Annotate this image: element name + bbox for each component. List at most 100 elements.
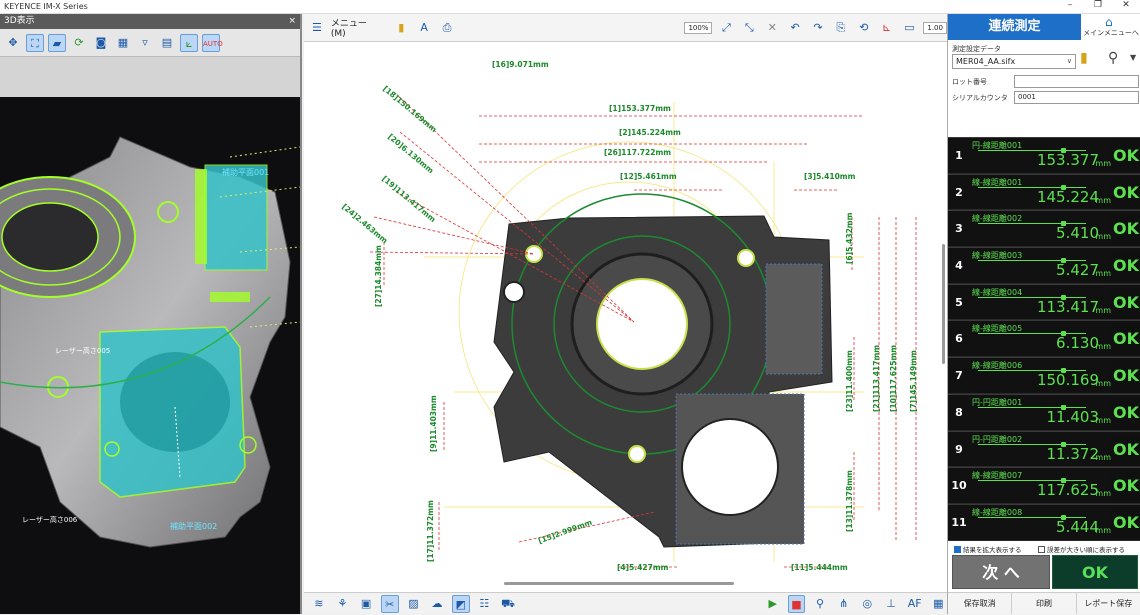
enlarge-results-checkbox[interactable]: 結果を拡大表示する (954, 544, 1022, 554)
continuous-measure-tab[interactable]: 連続測定 (948, 14, 1081, 40)
refresh-icon[interactable]: ⟲ (855, 19, 873, 37)
serial-field[interactable]: 0001 (1014, 91, 1139, 104)
close-panel-icon[interactable]: × (288, 14, 296, 29)
dimension-label[interactable]: [10]117.625mm (889, 345, 898, 412)
dimension-label[interactable]: [23]11.400mm (845, 350, 854, 412)
tree-icon[interactable]: ⚘ (334, 595, 352, 613)
dimension-label[interactable]: [6]5.432mm (845, 213, 854, 264)
dropdown-icon[interactable]: ▼ (1130, 53, 1136, 62)
dimension-label[interactable]: [13]11.378mm (845, 470, 854, 532)
result-row[interactable]: 4 線-線距離003 5.427 mm OK (948, 247, 1140, 284)
result-row[interactable]: 11 線-線距離008 5.444 mm OK (948, 503, 1140, 541)
scale-select[interactable]: 1.00 (923, 21, 947, 34)
next-button[interactable]: 次 へ (952, 555, 1050, 589)
dimension-label[interactable]: [4]5.427mm (617, 563, 668, 572)
pattern-icon[interactable]: ⋔ (835, 595, 853, 613)
auto-icon[interactable]: AUTO (202, 33, 223, 52)
dimension-label[interactable]: [1]153.377mm (609, 104, 671, 113)
search-icon[interactable]: ⚲ (1108, 50, 1118, 66)
picture-icon[interactable]: ▨ (405, 595, 423, 613)
dimension-label[interactable]: [16]9.071mm (492, 60, 549, 69)
autofocus-icon[interactable]: AF (906, 595, 924, 613)
camera-settings-icon[interactable]: ◎ (859, 595, 877, 613)
dimension-label[interactable]: [11]5.444mm (791, 563, 848, 572)
fit-view-icon[interactable]: ⛶ (26, 33, 44, 52)
stage-icon[interactable]: ⛟ (499, 595, 517, 613)
undo-icon[interactable]: ↶ (786, 19, 804, 37)
layers-icon[interactable]: ≋ (310, 595, 328, 613)
light-icon[interactable]: ☁ (428, 595, 446, 613)
result-status: OK (1111, 507, 1140, 538)
bucket-icon[interactable]: ▿ (136, 34, 154, 52)
copy-icon[interactable]: ⎘ (832, 19, 850, 37)
dimension-label[interactable]: [2]145.224mm (619, 128, 681, 137)
print-button[interactable]: 印刷 (1012, 593, 1077, 614)
menu-button[interactable]: メニュー(M) (331, 16, 381, 39)
3d-viewport[interactable]: 補助平面001 レーザー高さ005 レーザー高さ006 補助平面002 (0, 97, 300, 614)
result-row[interactable]: 10 線-線距離007 117.625 mm OK (948, 467, 1140, 504)
folder-icon[interactable]: ▮ (1080, 50, 1088, 66)
dimension-label[interactable]: [7]145.149mm (909, 350, 918, 412)
height-icon[interactable]: ⊥ (882, 595, 900, 613)
tool-icon[interactable]: ✂ (380, 594, 399, 613)
sort-by-error-checkbox[interactable]: 誤差が大きい順に表示する (1038, 544, 1125, 554)
rotate-icon[interactable]: ⟳ (70, 34, 88, 52)
main-menu-button[interactable]: ⌂ メインメニューへ (1081, 14, 1140, 40)
list-icon[interactable]: ☷ (476, 595, 494, 613)
layout-icon[interactable]: ▤ (158, 34, 176, 52)
camera-icon[interactable]: ◙ (92, 34, 110, 52)
redo-icon[interactable]: ↷ (809, 19, 827, 37)
result-row[interactable]: 6 線-線距離005 6.130 mm OK (948, 320, 1140, 358)
result-row[interactable]: 3 線-線距離002 5.410 mm OK (948, 210, 1140, 248)
play-icon[interactable]: ▶ (764, 595, 782, 613)
image-icon[interactable]: ▣ (357, 595, 375, 613)
measurement-drawing[interactable]: [16]9.071mm [18]150.169mm [1]153.377mm [… (304, 42, 947, 592)
display-icon[interactable]: ▭ (900, 19, 918, 37)
dimension-label[interactable]: [12]5.461mm (620, 172, 677, 181)
open-file-icon[interactable]: ▮ (392, 19, 410, 37)
dimension-label[interactable]: [3]5.410mm (804, 172, 855, 181)
bottom-toolbar: ≋ ⚘ ▣ ✂ ▨ ☁ ◩ ☷ ⛟ ▶ ■ ⚲ ⋔ ◎ ⊥ AF ▦ (304, 592, 947, 614)
ok-button[interactable]: OK (1052, 555, 1138, 589)
close-window-icon[interactable]: ✕ (1116, 0, 1136, 10)
result-row[interactable]: 1 円-線距離001 153.377 mm OK (948, 137, 1140, 174)
minimize-icon[interactable]: – (1060, 0, 1080, 10)
delete-icon[interactable]: ✕ (763, 19, 781, 37)
zoom-select[interactable]: 100% (684, 21, 713, 34)
cancel-save-button[interactable]: 保存取消 (948, 593, 1013, 614)
result-row[interactable]: 5 線-線距離004 113.417 mm OK (948, 283, 1140, 321)
restore-icon[interactable]: ❐ (1088, 0, 1108, 10)
results-list[interactable]: 1 円-線距離001 153.377 mm OK 2 線-線距離001 145.… (948, 137, 1140, 541)
grid-icon[interactable]: ▦ (114, 34, 132, 52)
result-row[interactable]: 7 線-線距離006 150.169 mm OK (948, 357, 1140, 394)
surface-icon[interactable]: ▰ (48, 33, 66, 52)
dimension-label[interactable]: [17]11.372mm (426, 500, 435, 562)
axis-icon[interactable]: ✥ (4, 34, 22, 52)
3d-icon[interactable]: ◩ (451, 594, 470, 613)
result-row[interactable]: 2 線-線距離001 145.224 mm OK (948, 173, 1140, 211)
settings-file-select[interactable]: MER04_AA.sifx ∨ (952, 54, 1076, 69)
result-status: OK (1111, 141, 1140, 171)
zoom-fit-icon[interactable]: ⤡ (740, 19, 758, 37)
text-box-icon[interactable]: A (415, 19, 433, 37)
home-icon: ⌂ (1105, 15, 1113, 29)
axis-tool-icon[interactable]: ⊾ (878, 19, 896, 37)
grid-view-icon[interactable]: ▦ (929, 595, 947, 613)
stop-icon[interactable]: ■ (787, 594, 806, 613)
zoom-in-icon[interactable]: ⤢ (717, 19, 735, 37)
vertical-scrollbar[interactable] (942, 244, 945, 364)
result-value: 5.410 (1056, 224, 1099, 243)
axis-select-icon[interactable]: ⟀ (180, 33, 198, 52)
menu-icon[interactable]: ☰ (308, 19, 326, 37)
dimension-label[interactable]: [21]113.417mm (872, 345, 881, 412)
lot-field[interactable] (1014, 75, 1139, 88)
horizontal-scrollbar[interactable] (504, 582, 734, 585)
result-row[interactable]: 9 円-円距離002 11.372 mm OK (948, 430, 1140, 468)
dimension-label[interactable]: [26]117.722mm (604, 148, 671, 157)
dimension-label[interactable]: [27]14.384mm (374, 245, 383, 307)
save-report-button[interactable]: レポート保存 (1077, 593, 1140, 614)
dimension-label[interactable]: [9]11.403mm (429, 395, 438, 452)
print-icon[interactable]: ⎙ (438, 19, 456, 37)
measure-icon[interactable]: ⚲ (811, 595, 829, 613)
result-row[interactable]: 8 円-円距離001 11.403 mm OK (948, 393, 1140, 431)
